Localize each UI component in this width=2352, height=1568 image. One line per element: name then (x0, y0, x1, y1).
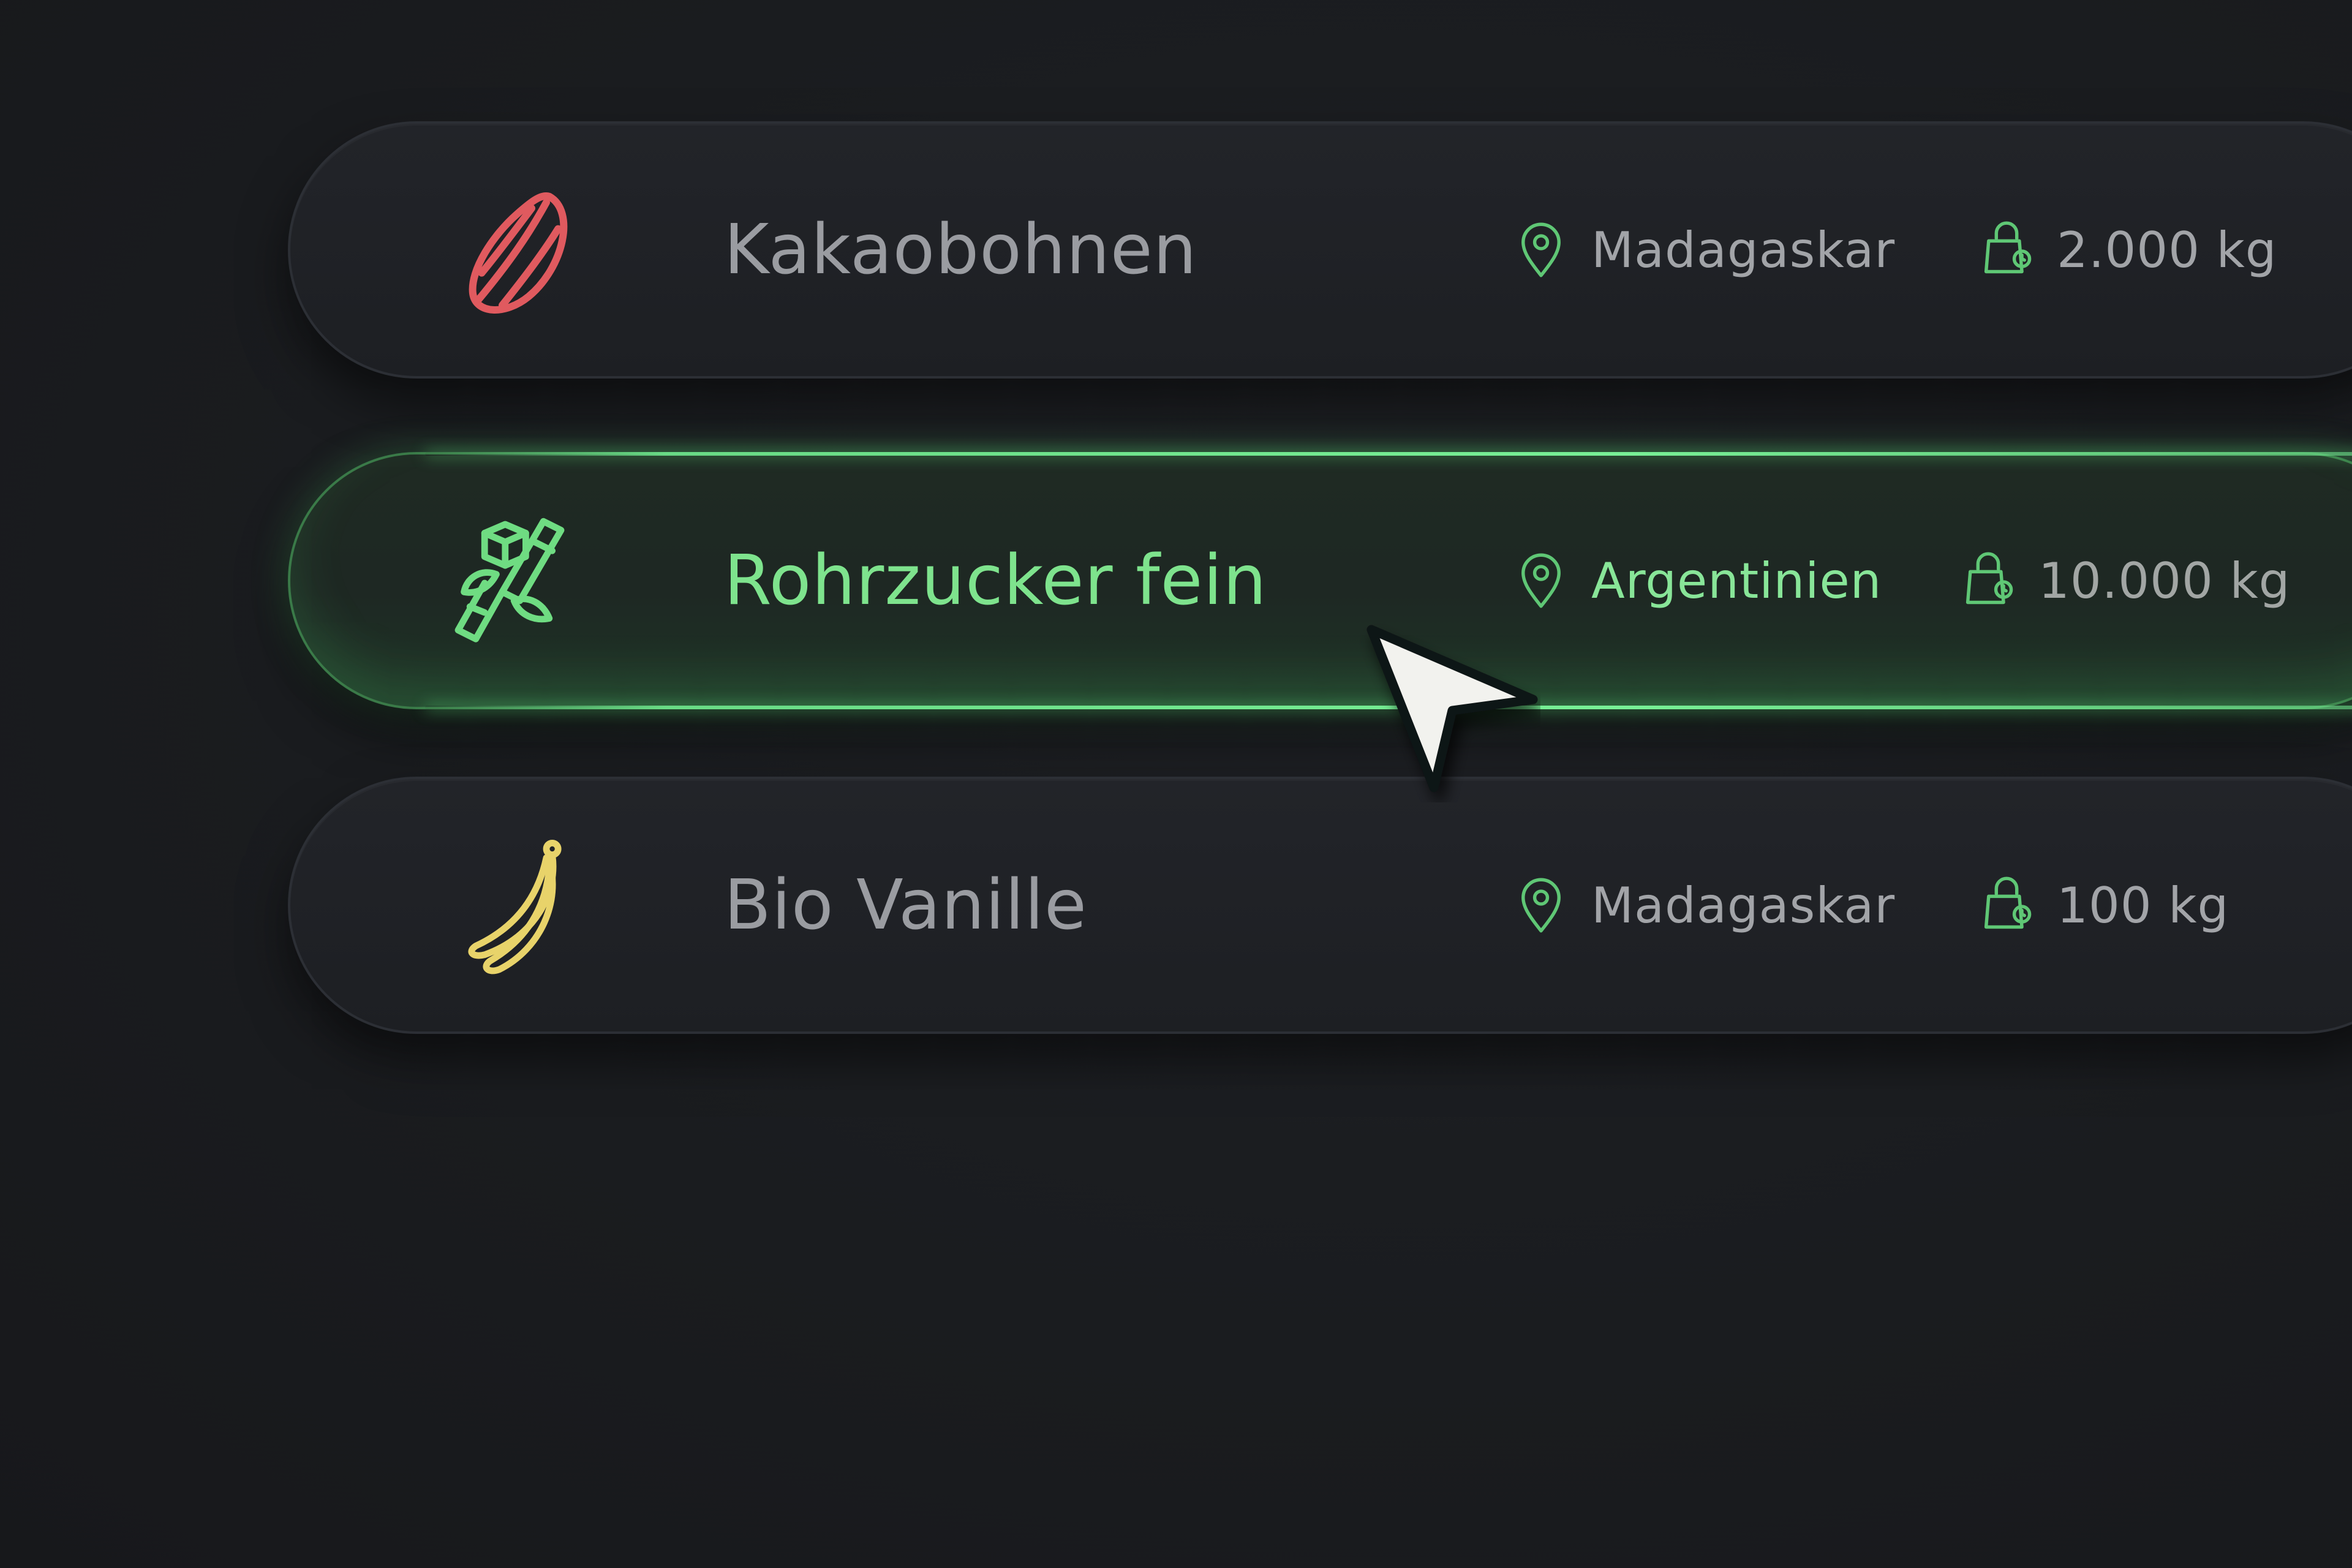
quantity-text: 2.000 kg (2057, 221, 2277, 279)
origin-location: Argentinien (1515, 454, 1882, 707)
quantity: 10.000 kg (1962, 454, 2290, 707)
origin-location: Madagaskar (1515, 779, 1895, 1031)
map-pin-icon (1521, 553, 1561, 608)
cocoa-bean-icon (469, 192, 568, 314)
product-name: Bio Vanille (724, 865, 1087, 945)
location-text: Madagaskar (1591, 876, 1896, 934)
weight-bag-icon (1984, 876, 2032, 929)
origin-location: Madagaskar (1515, 124, 1895, 376)
map-pin-icon (1521, 222, 1561, 277)
location-text: Madagaskar (1591, 221, 1896, 279)
product-name: Kakaobohnen (724, 210, 1197, 290)
mouse-pointer-icon (1366, 625, 1538, 793)
product-row-bio-vanille[interactable]: Bio Vanille Madagaskar 100 kg (288, 777, 2352, 1034)
sugarcane-cube-icon (454, 518, 565, 643)
map-pin-icon (1521, 878, 1561, 933)
product-row-rohrzucker-fein[interactable]: Rohrzucker fein Argentinien 10.000 kg (288, 452, 2352, 709)
location-text: Argentinien (1591, 552, 1882, 609)
weight-bag-icon (1966, 552, 2013, 605)
vanilla-pod-icon (468, 840, 562, 974)
product-row-kakaobohnen[interactable]: Kakaobohnen Madagaskar 2.000 kg (288, 121, 2352, 379)
weight-bag-icon (1984, 221, 2032, 274)
product-list-screen: Kakaobohnen Madagaskar 2.000 kg Rohrzuck… (0, 0, 2352, 1568)
quantity: 2.000 kg (1981, 124, 2277, 376)
quantity: 100 kg (1981, 779, 2229, 1031)
product-name: Rohrzucker fein (724, 541, 1267, 620)
quantity-text: 100 kg (2057, 876, 2230, 934)
quantity-text: 10.000 kg (2038, 552, 2291, 609)
